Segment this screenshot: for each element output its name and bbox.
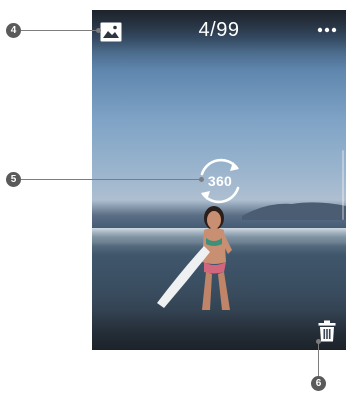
callout-badge-6: 6: [311, 376, 326, 391]
callout-line-6: [318, 341, 319, 377]
photo-subject: [157, 206, 232, 310]
photo-icon[interactable]: [100, 22, 122, 42]
more-horizontal-icon[interactable]: [316, 26, 338, 34]
photo-counter: 4/99: [198, 19, 240, 41]
trash-icon[interactable]: [318, 320, 336, 342]
callout-badge-4: 4: [6, 23, 21, 38]
photo-viewer-screen: 4/99 360: [92, 10, 346, 350]
callout-line-4: [21, 30, 97, 31]
scroll-indicator[interactable]: [342, 150, 344, 220]
callout-line-5: [21, 179, 200, 180]
callout-badge-5: 5: [6, 172, 21, 187]
callout-dot-4: [96, 28, 101, 33]
callout-dot-5: [199, 177, 204, 182]
